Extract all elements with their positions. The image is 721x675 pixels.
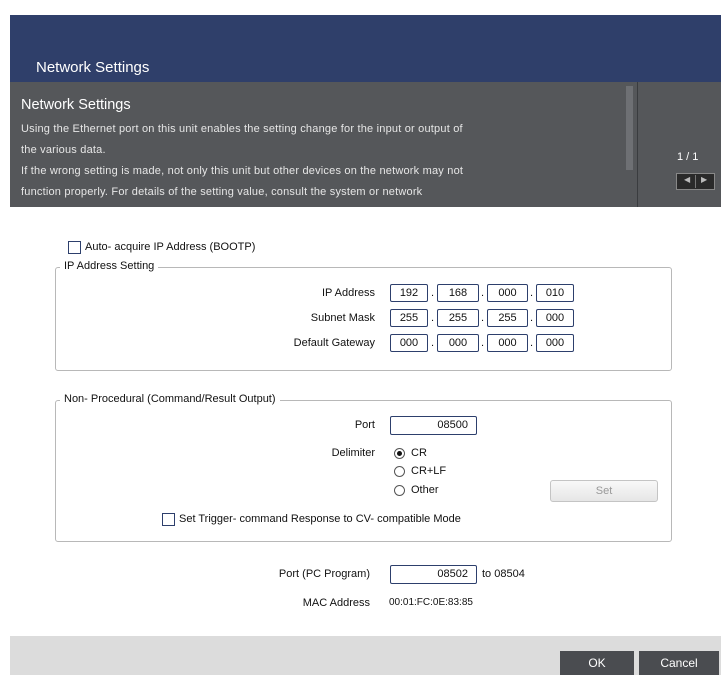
ip-address-octet-1[interactable]: 192 — [390, 284, 428, 302]
delimiter-other-label: Other — [411, 484, 439, 496]
trigger-cv-mode-label: Set Trigger- command Response to CV- com… — [179, 513, 461, 525]
ip-address-setting-title: IP Address Setting — [60, 260, 159, 272]
help-line: the various data. — [21, 144, 106, 156]
mac-address-value: 00:01:FC:0E:83:85 — [389, 597, 473, 608]
help-scrollbar[interactable] — [626, 86, 633, 170]
delimiter-crlf-radio[interactable] — [394, 466, 405, 477]
default-gateway-octet-3[interactable]: 000 — [487, 334, 528, 352]
pc-program-port-range: to 08504 — [482, 568, 525, 580]
subnet-mask-octet-2[interactable]: 255 — [437, 309, 479, 327]
octet-separator: . — [431, 312, 435, 324]
ip-address-octet-4[interactable]: 010 — [536, 284, 574, 302]
subnet-mask-octet-3[interactable]: 255 — [487, 309, 528, 327]
auto-acquire-label: Auto- acquire IP Address (BOOTP) — [85, 241, 256, 253]
default-gateway-label: Default Gateway — [293, 337, 375, 349]
default-gateway-octet-2[interactable]: 000 — [437, 334, 479, 352]
non-procedural-title: Non- Procedural (Command/Result Output) — [60, 393, 280, 405]
delimiter-cr-radio[interactable] — [394, 448, 405, 459]
delimiter-label: Delimiter — [331, 447, 375, 459]
octet-separator: . — [481, 312, 485, 324]
help-divider — [637, 82, 638, 207]
default-gateway-octet-1[interactable]: 000 — [390, 334, 428, 352]
title-bar: Network Settings — [10, 15, 721, 82]
ip-address-label: IP Address — [322, 287, 375, 299]
subnet-mask-label: Subnet Mask — [310, 312, 375, 324]
port-input[interactable]: 08500 — [390, 416, 477, 435]
ip-address-octet-2[interactable]: 168 — [437, 284, 479, 302]
cancel-button[interactable]: Cancel — [639, 651, 719, 675]
subnet-mask-octet-4[interactable]: 000 — [536, 309, 574, 327]
delimiter-other-radio[interactable] — [394, 485, 405, 496]
ok-button[interactable]: OK — [560, 651, 634, 675]
next-page-icon[interactable]: ▶ — [701, 175, 707, 184]
ip-address-octet-3[interactable]: 000 — [487, 284, 528, 302]
prev-page-icon[interactable]: ◀ — [684, 175, 690, 184]
octet-separator: . — [530, 337, 534, 349]
octet-separator: . — [481, 337, 485, 349]
page-pager: ◀ ▶ — [676, 173, 715, 190]
pc-program-port-input[interactable]: 08502 — [390, 565, 477, 584]
trigger-cv-mode-checkbox[interactable] — [162, 513, 175, 526]
octet-separator: . — [481, 287, 485, 299]
network-settings-dialog: Network Settings Network Settings Using … — [10, 15, 721, 675]
dialog-title: Network Settings — [36, 59, 150, 76]
delimiter-cr-label: CR — [411, 447, 427, 459]
delimiter-crlf-label: CR+LF — [411, 465, 447, 477]
octet-separator: . — [431, 337, 435, 349]
pc-program-port-label: Port (PC Program) — [278, 568, 370, 580]
subnet-mask-octet-1[interactable]: 255 — [390, 309, 428, 327]
help-line: Using the Ethernet port on this unit ena… — [21, 123, 463, 135]
help-title: Network Settings — [21, 97, 131, 113]
octet-separator: . — [431, 287, 435, 299]
help-panel: Network Settings Using the Ethernet port… — [10, 82, 721, 207]
port-label: Port — [354, 419, 375, 431]
dialog-footer: OK Cancel — [10, 636, 721, 675]
auto-acquire-checkbox[interactable] — [68, 241, 81, 254]
mac-address-label: MAC Address — [302, 597, 370, 609]
octet-separator: . — [530, 287, 534, 299]
pager-divider — [695, 175, 696, 188]
octet-separator: . — [530, 312, 534, 324]
default-gateway-octet-4[interactable]: 000 — [536, 334, 574, 352]
help-line: function properly. For details of the se… — [21, 186, 423, 198]
help-line: If the wrong setting is made, not only t… — [21, 165, 464, 177]
page-indicator: 1 / 1 — [677, 151, 699, 163]
set-button[interactable]: Set — [550, 480, 658, 502]
